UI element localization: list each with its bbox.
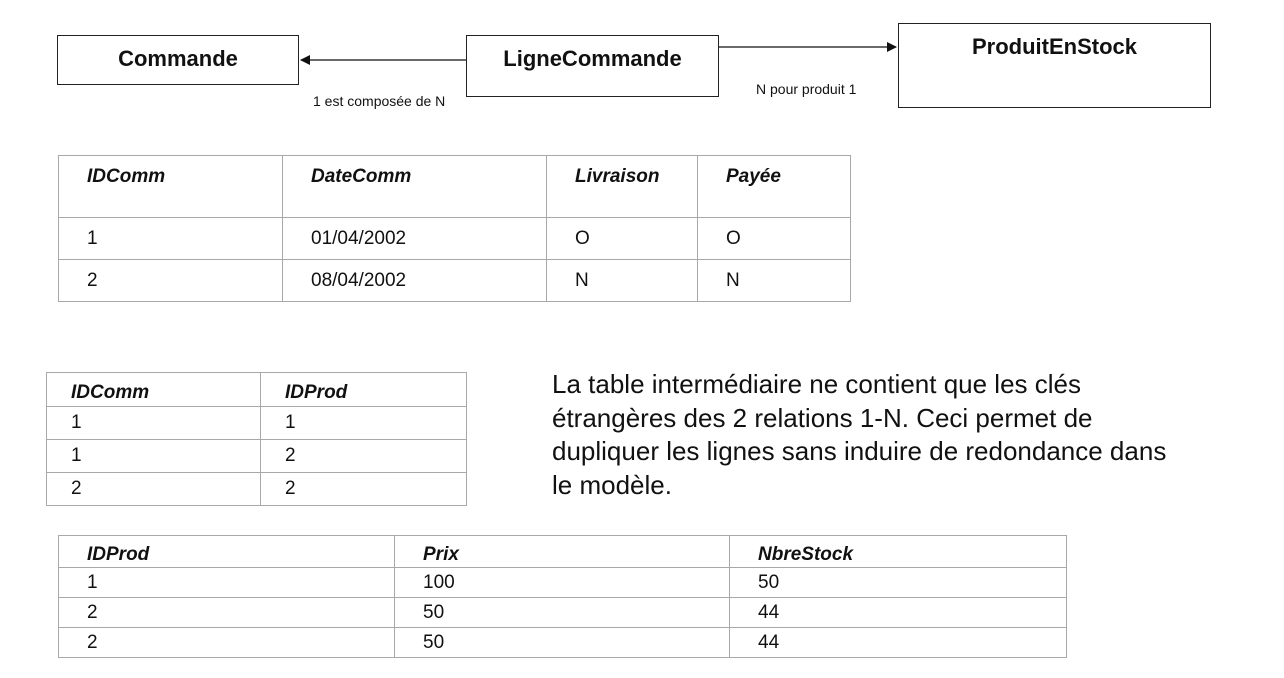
table-cell: 44 <box>729 597 1067 628</box>
table-cell: 2 <box>58 597 395 628</box>
table-header-row: IDComm IDProd <box>46 372 467 407</box>
table-row: 2 50 44 <box>58 627 1067 658</box>
table-cell: 1 <box>58 567 395 598</box>
table-cell: O <box>697 217 851 260</box>
table-row: 2 50 44 <box>58 597 1067 628</box>
table-cell: 100 <box>394 567 730 598</box>
column-header: IDComm <box>58 155 283 218</box>
table-cell: 01/04/2002 <box>282 217 547 260</box>
table-cell: N <box>697 259 851 302</box>
relation-label-ligne-commande: 1 est composée de N <box>313 93 446 109</box>
table-row: 1 1 <box>46 406 467 440</box>
column-header: NbreStock <box>729 535 1067 568</box>
table-header-row: IDComm DateComm Livraison Payée <box>58 155 851 218</box>
table-cell: 08/04/2002 <box>282 259 547 302</box>
table-cell: O <box>546 217 698 260</box>
entity-ligne-commande: LigneCommande <box>466 35 719 97</box>
table-commande: IDComm DateComm Livraison Payée 1 01/04/… <box>58 155 851 302</box>
explanation-text: La table intermédiaire ne contient que l… <box>552 369 1167 500</box>
column-header: IDProd <box>260 372 467 407</box>
table-cell: 2 <box>58 259 283 302</box>
table-cell: 2 <box>58 627 395 658</box>
table-cell: 1 <box>260 406 467 440</box>
entity-commande-label: Commande <box>118 46 238 71</box>
table-cell: 50 <box>729 567 1067 598</box>
column-header: IDComm <box>46 372 261 407</box>
table-row: 1 2 <box>46 439 467 473</box>
table-cell: 50 <box>394 627 730 658</box>
column-header: IDProd <box>58 535 395 568</box>
table-cell: 1 <box>58 217 283 260</box>
table-produit-en-stock: IDProd Prix NbreStock 1 100 50 2 50 44 2… <box>58 535 1067 658</box>
table-header-row: IDProd Prix NbreStock <box>58 535 1067 568</box>
table-cell: 2 <box>260 439 467 473</box>
table-row: 1 01/04/2002 O O <box>58 217 851 260</box>
entity-ligne-commande-label: LigneCommande <box>503 46 682 71</box>
entity-commande: Commande <box>57 35 299 85</box>
table-cell: N <box>546 259 698 302</box>
table-cell: 1 <box>46 406 261 440</box>
column-header: Prix <box>394 535 730 568</box>
table-cell: 1 <box>46 439 261 473</box>
table-row: 2 2 <box>46 472 467 506</box>
table-cell: 2 <box>260 472 467 506</box>
relation-label-ligne-produit: N pour produit 1 <box>756 81 857 97</box>
table-cell: 44 <box>729 627 1067 658</box>
table-cell: 2 <box>46 472 261 506</box>
table-cell: 50 <box>394 597 730 628</box>
entity-produit-en-stock: ProduitEnStock <box>898 23 1211 108</box>
column-header: Livraison <box>546 155 698 218</box>
column-header: Payée <box>697 155 851 218</box>
table-ligne-commande: IDComm IDProd 1 1 1 2 2 2 <box>46 372 467 506</box>
entity-produit-en-stock-label: ProduitEnStock <box>971 34 1137 59</box>
table-row: 2 08/04/2002 N N <box>58 259 851 302</box>
table-row: 1 100 50 <box>58 567 1067 598</box>
column-header: DateComm <box>282 155 547 218</box>
